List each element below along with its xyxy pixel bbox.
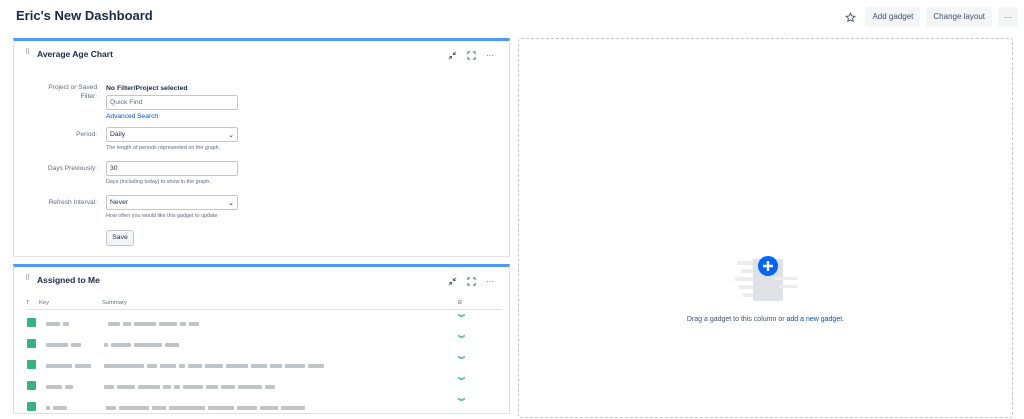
days-label: Days Previously: xyxy=(47,165,97,172)
minimize-icon[interactable] xyxy=(447,50,457,60)
priority-lowest-icon: ︾ xyxy=(458,399,465,406)
issue-key[interactable] xyxy=(46,322,69,326)
issue-summary[interactable] xyxy=(104,385,275,389)
project-label-line1: Project or Saved xyxy=(48,84,97,91)
refresh-field: Never ⌄ How often you would like this ga… xyxy=(106,195,238,219)
change-layout-button[interactable]: Change layout xyxy=(926,7,992,27)
period-select[interactable]: Daily ⌄ xyxy=(106,127,238,142)
gadget-tools: ··· xyxy=(447,50,495,60)
maximize-icon[interactable] xyxy=(466,50,476,60)
issue-key[interactable] xyxy=(46,364,91,368)
add-new-gadget-link[interactable]: add a new gadget xyxy=(787,316,843,323)
add-gadget-button[interactable]: Add gadget xyxy=(865,7,921,27)
days-previously-input[interactable]: 30 xyxy=(106,161,238,176)
story-icon xyxy=(27,402,36,411)
gadget-title: Average Age Chart xyxy=(37,49,113,59)
dropzone-text-end: . xyxy=(842,316,845,323)
quick-find-input[interactable]: Quick Find xyxy=(106,95,238,110)
issue-summary[interactable] xyxy=(108,322,199,326)
minimize-icon[interactable] xyxy=(447,276,457,286)
chevron-down-icon: ⌄ xyxy=(458,300,463,306)
gadget-more-icon[interactable]: ··· xyxy=(485,276,495,286)
table-row[interactable]: ︾ xyxy=(26,335,502,356)
refresh-interval-select[interactable]: Never ⌄ xyxy=(106,195,238,210)
dropzone-text: Drag a gadget to this column or xyxy=(686,316,785,323)
refresh-hint: How often you would like this gadget to … xyxy=(106,213,218,219)
table-row[interactable]: ︾ xyxy=(26,314,502,335)
chevron-down-icon: ⌄ xyxy=(228,200,234,207)
refresh-value: Never xyxy=(110,199,129,206)
header-actions: Add gadget Change layout ··· xyxy=(841,7,1018,27)
col-key[interactable]: Key xyxy=(39,300,49,306)
add-gadget-illustration-icon xyxy=(735,253,799,305)
issue-summary[interactable] xyxy=(106,406,305,410)
assigned-to-me-gadget: ⠿ Assigned to Me ··· T Key Summary P ⌄ ︾… xyxy=(13,264,510,414)
issue-key[interactable] xyxy=(46,406,67,410)
gadget-tools: ··· xyxy=(447,276,495,286)
priority-lowest-icon: ︾ xyxy=(458,378,465,385)
gadget-title: Assigned to Me xyxy=(37,275,100,285)
project-field: No Filter/Project selected Quick Find Ad… xyxy=(106,85,238,120)
col-summary[interactable]: Summary xyxy=(102,300,127,306)
issue-key[interactable] xyxy=(46,343,81,347)
drag-handle-icon[interactable]: ⠿ xyxy=(25,49,30,56)
period-hint: The length of periods represented on the… xyxy=(106,145,221,151)
empty-column-dropzone[interactable]: Drag a gadget to this column or add a ne… xyxy=(518,38,1013,418)
star-icon[interactable] xyxy=(841,7,859,27)
gadget-more-icon[interactable]: ··· xyxy=(485,50,495,60)
issue-summary[interactable] xyxy=(104,343,179,347)
priority-lowest-icon: ︾ xyxy=(458,336,465,343)
col-type[interactable]: T xyxy=(26,300,30,306)
table-row[interactable]: ︾ xyxy=(26,356,502,377)
advanced-search-link[interactable]: Advanced Search xyxy=(106,113,238,120)
priority-lowest-icon: ︾ xyxy=(458,315,465,322)
issue-key[interactable] xyxy=(46,385,73,389)
period-field: Daily ⌄ The length of periods represente… xyxy=(106,127,238,151)
save-wrap: Save xyxy=(106,230,134,246)
project-label-line2: Filter: xyxy=(80,93,97,100)
dropzone-message: Drag a gadget to this column or add a ne… xyxy=(519,316,1012,323)
story-icon xyxy=(27,318,36,327)
table-row[interactable]: ︾ xyxy=(26,377,502,398)
refresh-label: Refresh Interval: xyxy=(48,199,97,206)
gadget-header: ⠿ Assigned to Me ··· xyxy=(14,267,509,295)
story-icon xyxy=(27,339,36,348)
maximize-icon[interactable] xyxy=(466,276,476,286)
days-field: 30 Days (including today) to show in the… xyxy=(106,161,238,185)
period-value: Daily xyxy=(110,131,126,138)
priority-lowest-icon: ︾ xyxy=(458,357,465,364)
more-actions-button[interactable]: ··· xyxy=(998,7,1018,27)
story-icon xyxy=(27,381,36,390)
period-label: Period: xyxy=(76,131,97,138)
table-header: T Key Summary P ⌄ xyxy=(26,300,502,310)
gadget-header: ⠿ Average Age Chart ··· xyxy=(14,41,509,69)
drag-handle-icon[interactable]: ⠿ xyxy=(25,275,30,282)
issue-summary[interactable] xyxy=(104,364,324,368)
days-hint: Days (including today) to show in the gr… xyxy=(106,179,211,185)
page-title: Eric's New Dashboard xyxy=(16,8,153,23)
save-button[interactable]: Save xyxy=(106,230,134,246)
chevron-down-icon: ⌄ xyxy=(228,132,234,139)
project-label: Project or Saved Filter: xyxy=(48,83,97,101)
no-selection-text: No Filter/Project selected xyxy=(106,85,188,92)
average-age-chart-gadget: ⠿ Average Age Chart ··· Project or Saved… xyxy=(13,38,510,257)
story-icon xyxy=(27,360,36,369)
